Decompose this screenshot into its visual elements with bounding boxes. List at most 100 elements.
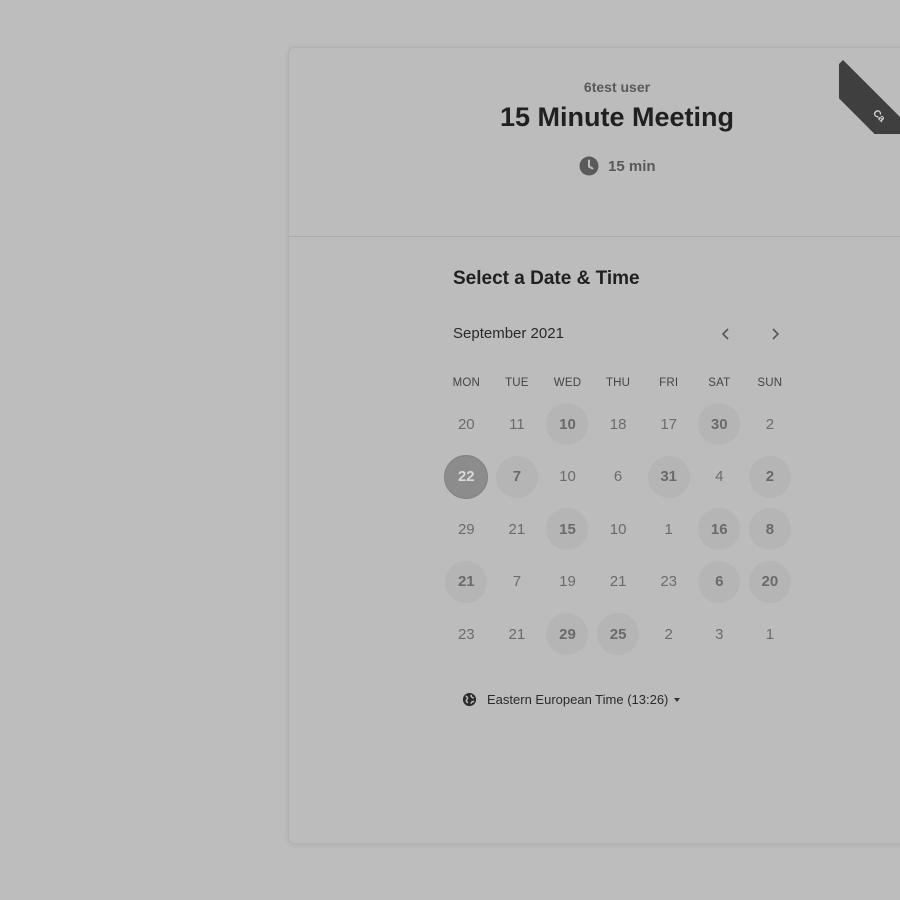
day-number: 8 <box>748 508 791 551</box>
calendar-day: 29 <box>441 503 492 556</box>
day-number: 29 <box>546 613 589 656</box>
weekday-label: THU <box>605 377 631 389</box>
calendar-week-row: 29 21 15 10 1 16 8 <box>441 503 795 556</box>
day-number: 21 <box>508 625 526 643</box>
calendar-day-available[interactable]: 10 <box>542 398 593 451</box>
day-number: 20 <box>457 415 475 433</box>
duration-label: 15 min <box>608 157 656 175</box>
calendar-day: 6 <box>593 451 644 504</box>
calendar-day-available[interactable]: 8 <box>745 503 796 556</box>
day-number: 4 <box>715 468 724 486</box>
calendar-day: 18 <box>593 398 644 451</box>
globe-icon <box>462 692 477 707</box>
day-number: 2 <box>748 455 791 498</box>
event-header: 6test user 15 Minute Meeting 15 min Ca <box>289 48 900 237</box>
calendar-day-available[interactable]: 7 <box>492 451 543 504</box>
day-number: 10 <box>559 468 576 486</box>
day-number: 7 <box>495 455 538 498</box>
day-number: 29 <box>457 520 475 538</box>
booking-card: 6test user 15 Minute Meeting 15 min Ca S… <box>288 47 900 844</box>
weekday-header: MON TUE WED THU FRI SAT SUN <box>441 368 795 398</box>
calendar-day-selected[interactable]: 22 <box>441 451 492 504</box>
day-number: 21 <box>445 560 488 603</box>
day-number: 18 <box>609 415 627 433</box>
chevron-left-icon <box>721 328 729 340</box>
day-number: 2 <box>664 625 673 643</box>
calendar-day-available[interactable]: 20 <box>745 556 796 609</box>
weekday-label: TUE <box>505 377 529 389</box>
event-title: 15 Minute Meeting <box>499 102 735 132</box>
day-number: 22 <box>444 454 489 499</box>
day-number: 19 <box>559 573 576 591</box>
section-title: Select a Date & Time <box>453 268 640 289</box>
day-number: 20 <box>748 560 791 603</box>
calendar-day-available[interactable]: 31 <box>643 451 694 504</box>
calendar-day: 21 <box>492 503 543 556</box>
day-number: 21 <box>609 573 627 591</box>
day-number: 2 <box>765 415 775 433</box>
day-number: 23 <box>660 573 678 591</box>
calendar-day: 10 <box>542 451 593 504</box>
event-duration: 15 min <box>579 156 656 176</box>
day-number: 16 <box>698 508 741 551</box>
next-month-button[interactable] <box>761 320 789 348</box>
calendar-day-available[interactable]: 16 <box>694 503 745 556</box>
day-number: 31 <box>647 455 690 498</box>
chevron-right-icon <box>772 328 780 340</box>
clock-icon <box>579 156 599 176</box>
calendar-week-row: 20 11 10 18 17 30 2 <box>441 398 795 451</box>
day-number: 25 <box>597 613 640 656</box>
calendar-week-row: 22 7 10 6 31 4 2 <box>441 451 795 504</box>
calendar-day: 17 <box>643 398 694 451</box>
calendar-day: 4 <box>694 451 745 504</box>
timezone-selector[interactable]: Eastern European Time (13:26) <box>462 692 681 707</box>
calendar-day: 10 <box>593 503 644 556</box>
calendar-day: 1 <box>643 503 694 556</box>
day-number: 11 <box>509 415 525 433</box>
powered-by-ribbon[interactable]: Ca <box>839 48 900 134</box>
calendar-day-available[interactable]: 21 <box>441 556 492 609</box>
calendar-day: 3 <box>694 608 745 661</box>
host-name: 6test user <box>583 79 651 95</box>
day-number: 1 <box>664 520 673 538</box>
weekday-label: FRI <box>659 377 679 389</box>
calendar-day-available[interactable]: 25 <box>593 608 644 661</box>
ribbon-label: Ca <box>839 60 900 134</box>
day-number: 21 <box>508 520 526 538</box>
day-number: 6 <box>698 560 741 603</box>
timezone-label: Eastern European Time (13:26) <box>487 692 669 707</box>
prev-month-button[interactable] <box>712 320 740 348</box>
day-number: 15 <box>546 508 589 551</box>
day-number: 10 <box>546 403 589 446</box>
day-number: 7 <box>512 573 522 591</box>
calendar-day: 2 <box>643 608 694 661</box>
calendar-day-available[interactable]: 6 <box>694 556 745 609</box>
calendar-day: 11 <box>492 398 543 451</box>
calendar-grid: MON TUE WED THU FRI SAT SUN 20 11 10 18 17 30 2 22 7 10… <box>441 368 795 661</box>
day-number: 10 <box>609 520 627 538</box>
calendar-day-available[interactable]: 2 <box>745 451 796 504</box>
day-number: 23 <box>457 625 475 643</box>
calendar-day: 21 <box>593 556 644 609</box>
day-number: 30 <box>698 403 741 446</box>
calendar-day: 23 <box>643 556 694 609</box>
calendar-day: 23 <box>441 608 492 661</box>
calendar-day-available[interactable]: 29 <box>542 608 593 661</box>
calendar-day: 1 <box>745 608 796 661</box>
weekday-label: SUN <box>757 377 783 389</box>
month-label: September 2021 <box>453 325 564 342</box>
day-number: 3 <box>715 625 724 643</box>
calendar-day-available[interactable]: 30 <box>694 398 745 451</box>
calendar-day: 19 <box>542 556 593 609</box>
calendar-week-row: 23 21 29 25 2 3 1 <box>441 608 795 661</box>
calendar-day: 2 <box>745 398 796 451</box>
caret-down-icon <box>674 697 681 702</box>
day-number: 1 <box>765 625 775 643</box>
calendar-day-available[interactable]: 15 <box>542 503 593 556</box>
calendar-day: 20 <box>441 398 492 451</box>
calendar-week-row: 21 7 19 21 23 6 20 <box>441 556 795 609</box>
weekday-label: SAT <box>708 377 731 389</box>
weekday-label: MON <box>452 377 481 389</box>
day-number: 17 <box>660 415 678 433</box>
calendar-day: 21 <box>492 608 543 661</box>
